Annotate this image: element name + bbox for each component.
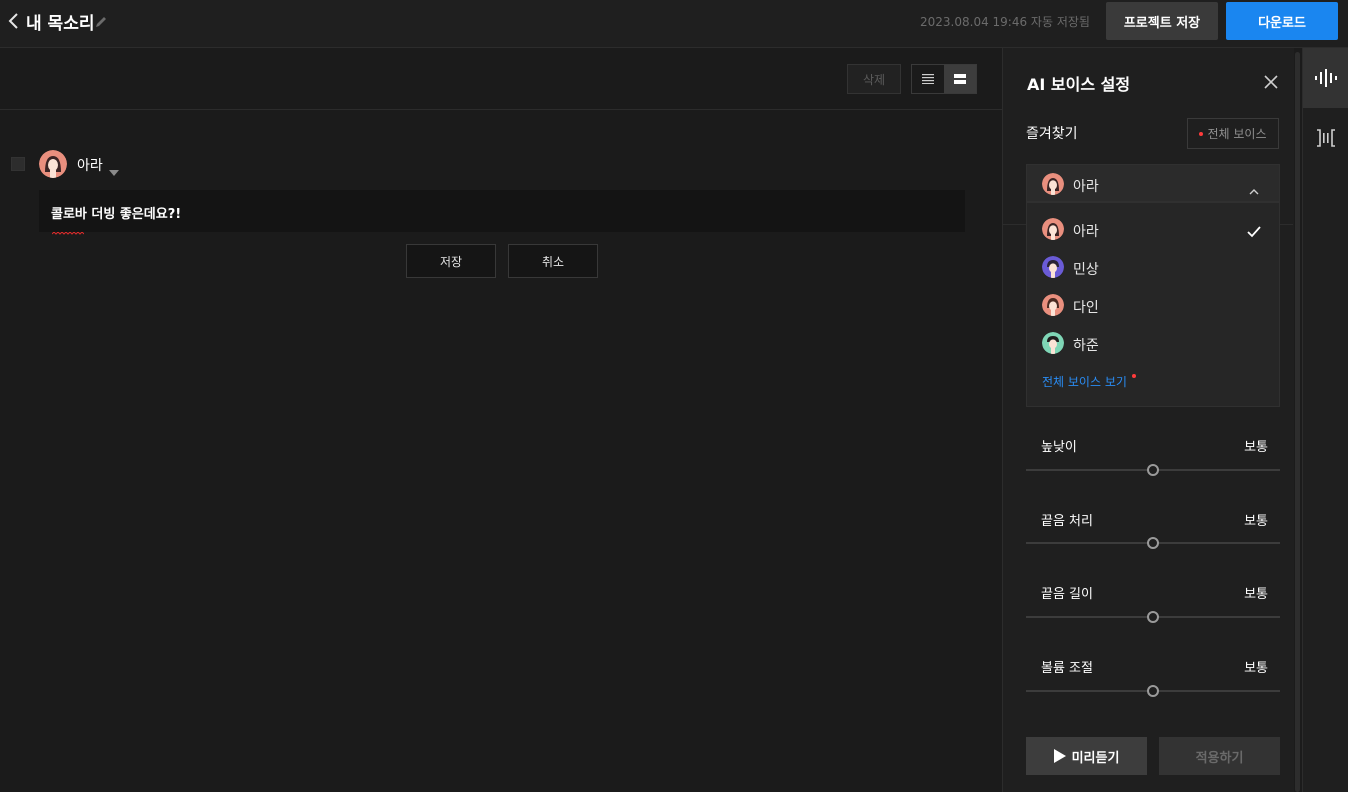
ending-length-value: 보통 <box>1244 587 1268 602</box>
selected-voice-label: 아라 <box>1073 179 1099 195</box>
slider-thumb[interactable] <box>1147 464 1159 476</box>
ending-treatment-slider[interactable] <box>1026 537 1280 549</box>
voice-select[interactable]: 아라 <box>1026 164 1280 202</box>
ending-length-label: 끝음 길이 <box>1041 587 1093 602</box>
block-view-icon[interactable] <box>944 65 976 93</box>
row-save-button[interactable]: 저장 <box>406 244 496 278</box>
voice-dropdown: 아라 민상 다인 하준 전체 보이스 보기 <box>1026 202 1280 407</box>
voice-avatar-hajun <box>1042 332 1064 354</box>
script-text-input[interactable]: 콜로바 더빙 좋은데요?! <box>39 190 965 235</box>
new-dot <box>1199 131 1204 136</box>
speaker-avatar[interactable] <box>39 150 67 178</box>
check-icon <box>1247 223 1261 238</box>
autosave-status: 2023.08.04 19:46 자동 저장됨 <box>920 15 1090 29</box>
favorites-label: 즐겨찾기 <box>1026 126 1078 142</box>
caret-down-icon[interactable] <box>109 161 119 176</box>
row-cancel-button[interactable]: 취소 <box>508 244 598 278</box>
voice-avatar-ara <box>1042 173 1064 195</box>
pitch-value: 보통 <box>1244 440 1268 455</box>
voice-option-label: 민상 <box>1073 262 1099 278</box>
voice-option-ara[interactable]: 아라 <box>1027 210 1279 248</box>
slider-thumb[interactable] <box>1147 537 1159 549</box>
voice-settings-panel: AI 보이스 설정 즐겨찾기 전체 보이스 높낮이 보통 끝음 처리 보통 끝음… <box>1002 48 1294 792</box>
pitch-slider[interactable] <box>1026 464 1280 476</box>
view-toggle <box>911 64 977 94</box>
panel-scrollbar[interactable] <box>1294 48 1302 792</box>
panel-title: AI 보이스 설정 <box>1027 75 1131 94</box>
apply-button[interactable]: 적용하기 <box>1159 737 1280 775</box>
voice-avatar-dain <box>1042 294 1064 316</box>
ending-treatment-value: 보통 <box>1244 514 1268 529</box>
project-title[interactable]: 내 목소리 <box>26 9 94 34</box>
back-arrow-icon[interactable] <box>6 12 22 30</box>
ending-length-slider[interactable] <box>1026 611 1280 623</box>
list-view-icon[interactable] <box>912 65 944 93</box>
voice-option-label: 아라 <box>1073 224 1099 240</box>
split-bracket-icon[interactable] <box>1303 108 1348 168</box>
preview-button[interactable]: 미리듣기 <box>1026 737 1147 775</box>
view-all-voices-link[interactable]: 전체 보이스 보기 <box>1042 373 1127 390</box>
voice-option-label: 다인 <box>1073 300 1099 316</box>
voice-avatar-ara <box>1042 218 1064 240</box>
row-checkbox[interactable] <box>11 157 25 171</box>
play-icon <box>1053 749 1066 763</box>
editor-toolbar: 삭제 <box>0 48 1002 110</box>
save-project-button[interactable]: 프로젝트 저장 <box>1106 2 1218 40</box>
preview-label: 미리듣기 <box>1071 750 1120 766</box>
voice-wave-icon[interactable] <box>1303 48 1348 108</box>
download-button[interactable]: 다운로드 <box>1226 2 1338 40</box>
spellcheck-underline <box>51 220 85 235</box>
all-voices-label: 전체 보이스 <box>1207 127 1267 141</box>
top-bar: 내 목소리 2023.08.04 19:46 자동 저장됨 프로젝트 저장 다운… <box>0 0 1348 48</box>
chevron-up-icon <box>1249 180 1259 195</box>
close-icon[interactable] <box>1263 74 1279 90</box>
volume-value: 보통 <box>1244 661 1268 676</box>
ending-treatment-label: 끝음 처리 <box>1041 514 1093 529</box>
delete-button[interactable]: 삭제 <box>847 64 901 94</box>
voice-option-dain[interactable]: 다인 <box>1027 286 1279 324</box>
scrollbar-thumb[interactable] <box>1295 52 1300 792</box>
new-dot <box>1132 374 1136 378</box>
pencil-icon[interactable] <box>94 14 108 28</box>
right-rail <box>1302 48 1348 792</box>
slider-thumb[interactable] <box>1147 611 1159 623</box>
pitch-label: 높낮이 <box>1041 440 1077 455</box>
all-voices-button[interactable]: 전체 보이스 <box>1187 118 1279 149</box>
speaker-name[interactable]: 아라 <box>77 155 103 175</box>
voice-avatar-minsang <box>1042 256 1064 278</box>
slider-thumb[interactable] <box>1147 685 1159 697</box>
volume-label: 볼륨 조절 <box>1041 661 1093 676</box>
voice-option-label: 하준 <box>1073 338 1099 354</box>
voice-option-minsang[interactable]: 민상 <box>1027 248 1279 286</box>
volume-slider[interactable] <box>1026 685 1280 697</box>
voice-option-hajun[interactable]: 하준 <box>1027 324 1279 362</box>
